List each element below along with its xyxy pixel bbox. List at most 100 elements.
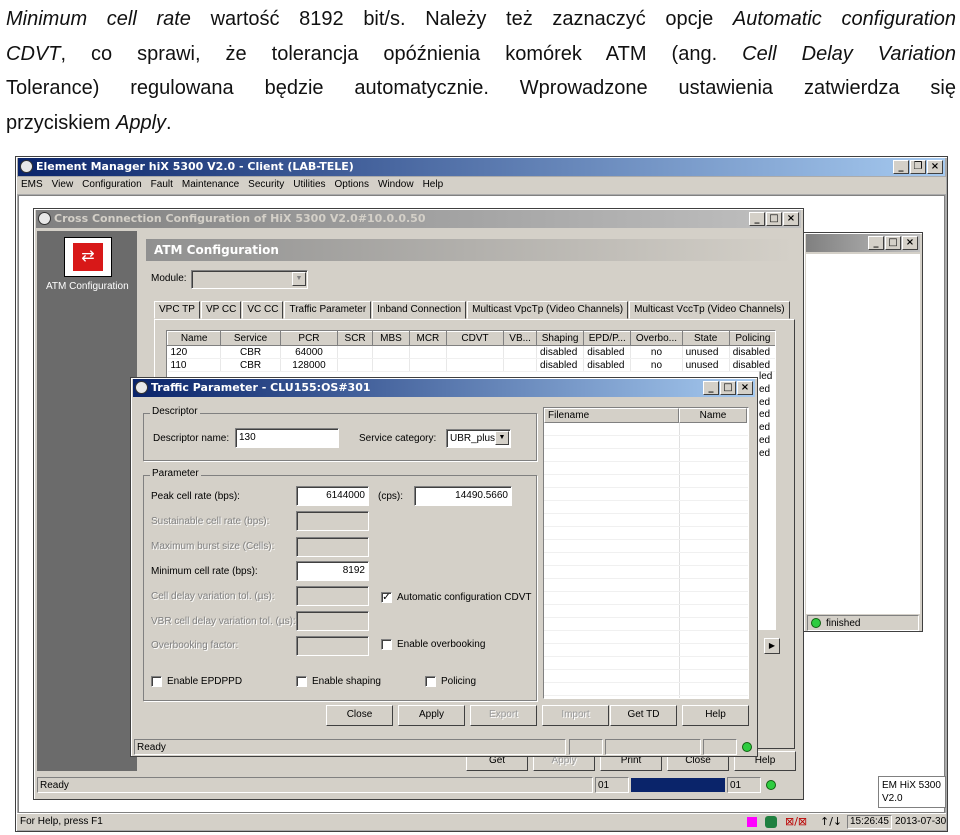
main-statusbar: For Help, press F1 ⊠/⊠ ↑/↓ 15:26:45 2013… [17, 813, 946, 830]
menu-maintenance[interactable]: Maintenance [182, 179, 239, 190]
doc-line-4: przyciskiem Apply. [6, 106, 956, 141]
pcr-input[interactable]: 6144000 [296, 486, 369, 506]
partial-cell: ed [759, 447, 771, 459]
table-row[interactable]: 120 CBR 64000 disabled disabled no unuse… [167, 345, 775, 359]
overbooking-input[interactable] [296, 636, 369, 656]
atm-config-nav[interactable]: ⇄ [64, 237, 112, 277]
dialog-maximize-button[interactable]: □ [720, 381, 736, 395]
enable-overbooking-checkbox[interactable] [381, 639, 392, 650]
status-help-text: For Help, press F1 [20, 816, 103, 827]
doc-line-2: CDVT, co sprawi, że tolerancja opóźnieni… [6, 37, 956, 72]
cdvt-input[interactable] [296, 586, 369, 606]
dialog-close-text-button[interactable]: Close [326, 705, 393, 726]
doc-term-cdvt: CDVT [6, 42, 61, 65]
dialog-titlebar[interactable]: Traffic Parameter - CLU155:OS#301 _ □ × [133, 379, 755, 397]
background-window-titlebar[interactable]: _ □ × [806, 234, 920, 252]
auto-cdvt-checkbox[interactable]: ✓ [381, 592, 392, 603]
tab-traffic-parameter[interactable]: Traffic Parameter [284, 301, 372, 319]
scroll-right-button[interactable]: ▶ [764, 638, 780, 654]
table-row[interactable]: 110 CBR 128000 disabled disabled no unus… [167, 358, 775, 372]
tab-inband-connection[interactable]: Inband Connection [372, 301, 467, 319]
dialog-apply-button[interactable]: Apply [398, 705, 465, 726]
col-shaping[interactable]: Shaping [536, 331, 585, 346]
col-name[interactable]: Name [167, 331, 222, 346]
menu-utilities[interactable]: Utilities [293, 179, 325, 190]
descriptor-group-title: Descriptor [150, 406, 200, 417]
bg-close-button[interactable]: × [902, 236, 918, 250]
menu-help[interactable]: Help [423, 179, 444, 190]
enable-epdppd-checkbox[interactable] [151, 676, 162, 687]
doc-term-auto: Automatic configuration [732, 8, 956, 30]
policing-checkbox[interactable] [425, 676, 436, 687]
col-policing[interactable]: Policing [728, 331, 775, 346]
col-state[interactable]: State [681, 331, 730, 346]
tab-vp-cc[interactable]: VP CC [200, 301, 242, 319]
menu-configuration[interactable]: Configuration [82, 179, 141, 190]
cross-minimize-button[interactable]: _ [749, 212, 765, 226]
pcr-label: Peak cell rate (bps): [151, 491, 240, 502]
descriptor-name-label: Descriptor name: [153, 433, 230, 444]
cell-pcr: 128000 [280, 358, 339, 372]
doc-term-cdv: Cell Delay Variation [742, 42, 956, 65]
cell-scr [337, 345, 374, 359]
database-icon [765, 816, 777, 828]
minimize-button[interactable]: _ [893, 160, 909, 174]
menu-options[interactable]: Options [335, 179, 369, 190]
tab-multicast-vcctp[interactable]: Multicast VccTp (Video Channels) [629, 301, 790, 319]
traffic-parameter-dialog: Traffic Parameter - CLU155:OS#301 _ □ × … [130, 377, 758, 757]
background-window[interactable]: _ □ × finished [803, 232, 923, 632]
menu-view[interactable]: View [52, 179, 74, 190]
module-select[interactable]: ▼ [191, 270, 308, 289]
version-box: EM HiX 5300 V2.0 [878, 776, 946, 808]
vbr-cdvt-input[interactable] [296, 611, 369, 631]
col-mbs[interactable]: MBS [372, 331, 410, 346]
cell-shaping: disabled [536, 345, 585, 359]
cps-input[interactable]: 14490.5660 [414, 486, 512, 506]
doc-text: przyciskiem [6, 111, 117, 134]
col-mcr[interactable]: MCR [408, 331, 447, 346]
app-icon [20, 160, 33, 173]
restore-button[interactable]: ❐ [910, 160, 926, 174]
scr-input[interactable] [296, 511, 369, 531]
menu-ems[interactable]: EMS [21, 179, 43, 190]
dialog-close-button[interactable]: × [737, 381, 753, 395]
col-cdvt[interactable]: CDVT [445, 331, 505, 346]
dialog-export-button[interactable]: Export [470, 705, 537, 726]
col-vb[interactable]: VB... [503, 331, 538, 346]
file-list[interactable]: Filename Name [543, 407, 749, 699]
enable-shaping-checkbox[interactable] [296, 676, 307, 687]
col-scr[interactable]: SCR [337, 331, 374, 346]
col-pcr[interactable]: PCR [279, 331, 339, 346]
bg-maximize-button[interactable]: □ [885, 236, 901, 250]
cross-titlebar[interactable]: Cross Connection Configuration of HiX 53… [36, 210, 801, 228]
dialog-minimize-button[interactable]: _ [703, 381, 719, 395]
dialog-help-button[interactable]: Help [682, 705, 749, 726]
close-button[interactable]: × [927, 160, 943, 174]
bg-minimize-button[interactable]: _ [868, 236, 884, 250]
cell-cdvt [446, 358, 505, 372]
mcr-input[interactable]: 8192 [296, 561, 369, 581]
col-service[interactable]: Service [220, 331, 281, 346]
dialog-import-button[interactable]: Import [542, 705, 609, 726]
menu-fault[interactable]: Fault [151, 179, 173, 190]
service-category-select[interactable]: UBR_plus ▼ [446, 429, 511, 448]
tab-vc-cc[interactable]: VC CC [242, 301, 284, 319]
mbs-input[interactable] [296, 537, 369, 557]
descriptor-name-input[interactable]: 130 [235, 428, 339, 448]
dialog-get-td-button[interactable]: Get TD [610, 705, 677, 726]
tab-multicast-vpctp[interactable]: Multicast VpcTp (Video Channels) [467, 301, 629, 319]
col-epdppd[interactable]: EPD/P... [583, 331, 632, 346]
main-title: Element Manager hiX 5300 V2.0 - Client (… [36, 160, 354, 173]
col-file-name[interactable]: Name [679, 408, 747, 423]
col-filename[interactable]: Filename [544, 408, 679, 423]
cps-label: (cps): [378, 491, 403, 502]
tab-vpc-tp[interactable]: VPC TP [154, 301, 200, 319]
menu-security[interactable]: Security [248, 179, 284, 190]
cross-close-button[interactable]: × [783, 212, 799, 226]
col-overbooking[interactable]: Overbo... [630, 331, 683, 346]
main-titlebar[interactable]: Element Manager hiX 5300 V2.0 - Client (… [18, 158, 945, 176]
cross-maximize-button[interactable]: □ [766, 212, 782, 226]
menu-window[interactable]: Window [378, 179, 414, 190]
vbr-cdvt-label: VBR cell delay variation tol. (µs): [151, 616, 296, 627]
status-clock: 15:26:45 [847, 815, 892, 829]
